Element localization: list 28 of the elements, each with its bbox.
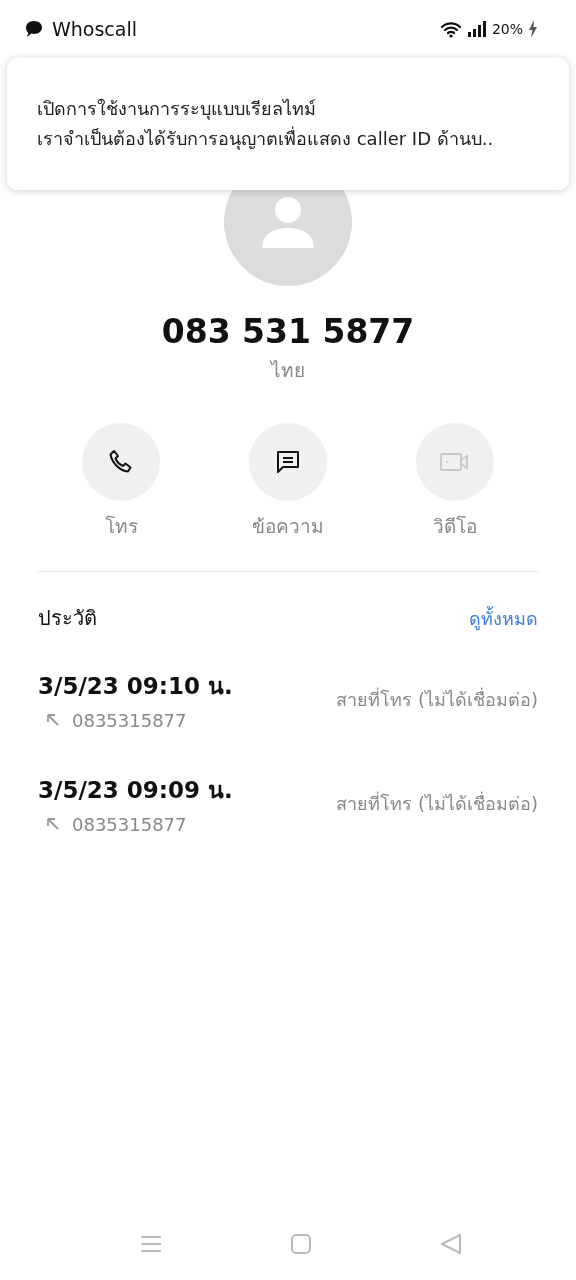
notification-title: เปิดการใช้งานการระบุแบบเรียลไทม์ bbox=[37, 97, 317, 122]
outgoing-arrow-icon bbox=[46, 713, 60, 727]
call-number: 0835315877 bbox=[72, 813, 187, 835]
home-icon[interactable] bbox=[290, 1233, 312, 1255]
call-number: 0835315877 bbox=[72, 709, 187, 731]
menu-icon[interactable] bbox=[140, 1234, 162, 1254]
notification-card[interactable]: เปิดการใช้งานการระบุแบบเรียลไทม์ เราจำเป็นต้องได้รับการอนุญาตเพื่อแสดง caller ID ด้านบ.. bbox=[7, 58, 569, 190]
call-time: 3/5/23 09:10 น. bbox=[38, 671, 233, 701]
video-camera-icon bbox=[439, 450, 471, 474]
action-label: โทร bbox=[104, 514, 138, 539]
view-all-link[interactable]: ดูทั้งหมด bbox=[469, 603, 538, 633]
back-icon[interactable] bbox=[440, 1233, 462, 1255]
call-status: สายที่โทร (ไม่ได้เชื่อมต่อ) bbox=[336, 790, 538, 816]
notification-body: เราจำเป็นต้องได้รับการอนุญาตเพื่อแสดง caller ID ด้านบ.. bbox=[37, 125, 495, 152]
app-name: Whoscall bbox=[52, 18, 137, 40]
wifi-icon bbox=[439, 20, 462, 38]
message-icon bbox=[274, 448, 302, 476]
call-time: 3/5/23 09:09 น. bbox=[38, 775, 233, 805]
outgoing-arrow-icon bbox=[46, 817, 60, 831]
country-label: ไทย bbox=[269, 358, 306, 383]
history-title: ประวัติ bbox=[38, 605, 97, 632]
signal-icon bbox=[466, 21, 487, 37]
action-label: ข้อความ bbox=[252, 514, 324, 539]
action-label: วิดีโอ bbox=[433, 514, 477, 539]
phone-number: 083 531 5877 bbox=[160, 312, 416, 351]
call-status: สายที่โทร (ไม่ได้เชื่อมต่อ) bbox=[336, 686, 538, 712]
chat-bubble-icon bbox=[24, 19, 44, 39]
battery-level: 20% bbox=[491, 21, 523, 37]
